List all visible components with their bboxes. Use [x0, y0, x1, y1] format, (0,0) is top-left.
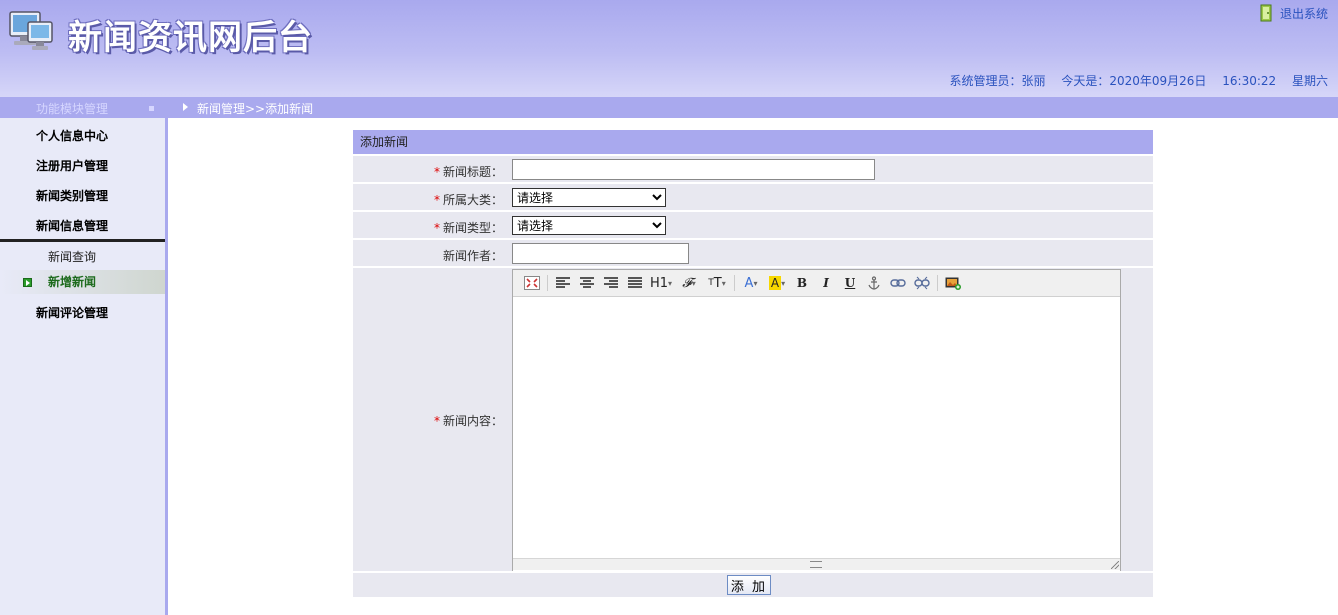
title-label: * 新闻标题：: [433, 165, 503, 179]
link-icon[interactable]: [887, 273, 909, 293]
italic-icon[interactable]: I: [815, 273, 837, 293]
logout-link[interactable]: 退出系统: [1260, 4, 1328, 22]
current-weekday: 星期六: [1291, 74, 1328, 88]
header: 新闻资讯网后台 退出系统 系统管理员：张丽 今天是：2020年09月26日 16…: [0, 0, 1338, 97]
author-row: 新闻作者：: [353, 238, 1153, 266]
category-row: * 所属大类： 请选择: [353, 182, 1153, 210]
required-mark: *: [433, 165, 440, 179]
required-mark: *: [433, 414, 440, 428]
font-family-icon[interactable]: 𝓕 ▾: [676, 273, 702, 293]
computer-logo-icon: [9, 11, 53, 50]
module-title: 功能模块管理: [36, 102, 109, 116]
news-author-input[interactable]: [512, 243, 689, 264]
status-line: 系统管理员：张丽 今天是：2020年09月26日 16:30:22 星期六: [937, 72, 1328, 89]
sidebar: 个人信息中心 注册用户管理 新闻类别管理 新闻信息管理 新闻查询 新增新闻 新闻…: [0, 118, 168, 615]
corner-resize-icon[interactable]: [1111, 561, 1119, 569]
type-label: * 新闻类型：: [433, 221, 503, 235]
sidebar-item-category-management[interactable]: 新闻类别管理: [36, 187, 108, 204]
editor-statusbar: [513, 558, 1120, 570]
add-news-form: 添加新闻 * 新闻标题： * 所属大类： 请选择 * 新闻类型： 请选择 新闻作者：: [353, 130, 1153, 597]
rich-text-editor: H1 ▾ 𝓕 ▾ T T ▾ A ▾ A ▾ B I U: [512, 269, 1121, 572]
align-justify-icon[interactable]: [624, 273, 646, 293]
sidebar-item-comment-management[interactable]: 新闻评论管理: [36, 304, 108, 321]
sidebar-item-user-management[interactable]: 注册用户管理: [36, 157, 108, 174]
sidebar-item-news-management[interactable]: 新闻信息管理: [36, 217, 108, 234]
align-right-icon[interactable]: [600, 273, 622, 293]
add-button[interactable]: 添 加: [727, 575, 771, 595]
insert-image-icon[interactable]: [942, 273, 964, 293]
news-title-input[interactable]: [512, 159, 875, 180]
author-label: 新闻作者：: [442, 249, 503, 263]
align-center-icon[interactable]: [576, 273, 598, 293]
category-select[interactable]: 请选择: [512, 188, 666, 207]
font-size-icon[interactable]: T T ▾: [704, 273, 730, 293]
fullscreen-icon[interactable]: [521, 273, 543, 293]
content-label: * 新闻内容：: [433, 414, 503, 428]
breadcrumb: 新闻管理>>添加新闻: [197, 102, 314, 116]
sidebar-item-personal-info[interactable]: 个人信息中心: [36, 127, 108, 144]
editor-content-area[interactable]: [513, 297, 1120, 558]
editor-toolbar: H1 ▾ 𝓕 ▾ T T ▾ A ▾ A ▾ B I U: [513, 270, 1120, 297]
content-row: * 新闻内容： H1 ▾ 𝓕 ▾ T T ▾ A ▾ A ▾ B I U: [353, 266, 1153, 572]
anchor-icon[interactable]: [863, 273, 885, 293]
heading-icon[interactable]: H1 ▾: [648, 273, 674, 293]
bold-icon[interactable]: B: [791, 273, 813, 293]
unlink-icon[interactable]: [911, 273, 933, 293]
form-header: 添加新闻: [353, 130, 1153, 154]
type-select[interactable]: 请选择: [512, 216, 666, 235]
module-bullet-icon: [149, 106, 154, 111]
type-row: * 新闻类型： 请选择: [353, 210, 1153, 238]
sidebar-divider: [0, 239, 165, 242]
title-row: * 新闻标题：: [353, 154, 1153, 182]
main-content: 添加新闻 * 新闻标题： * 所属大类： 请选择 * 新闻类型： 请选择 新闻作者：: [171, 118, 1338, 615]
required-mark: *: [433, 221, 440, 235]
submit-row: 添 加: [353, 571, 1153, 597]
toolbar-separator: [734, 275, 735, 291]
category-label: * 所属大类：: [433, 193, 503, 207]
breadcrumb-arrow-icon: [183, 103, 188, 111]
exit-door-icon: [1260, 4, 1272, 22]
current-time: 16:30:22: [1222, 74, 1277, 88]
font-color-icon[interactable]: A ▾: [739, 273, 763, 293]
active-arrow-icon: [23, 278, 32, 287]
current-date: 今天是：2020年09月26日: [1061, 74, 1207, 88]
highlight-color-icon[interactable]: A ▾: [765, 273, 789, 293]
site-title: 新闻资讯网后台: [68, 18, 313, 58]
toolbar-separator: [937, 275, 938, 291]
align-left-icon[interactable]: [552, 273, 574, 293]
nav-bar: 功能模块管理 新闻管理>>添加新闻: [0, 97, 1338, 118]
toolbar-separator: [547, 275, 548, 291]
resize-handle-icon[interactable]: [810, 561, 822, 568]
required-mark: *: [433, 193, 440, 207]
logout-label[interactable]: 退出系统: [1280, 5, 1328, 22]
sidebar-subitem-news-query[interactable]: 新闻查询: [0, 245, 165, 269]
underline-icon[interactable]: U: [839, 273, 861, 293]
admin-name: 系统管理员：张丽: [949, 74, 1046, 88]
